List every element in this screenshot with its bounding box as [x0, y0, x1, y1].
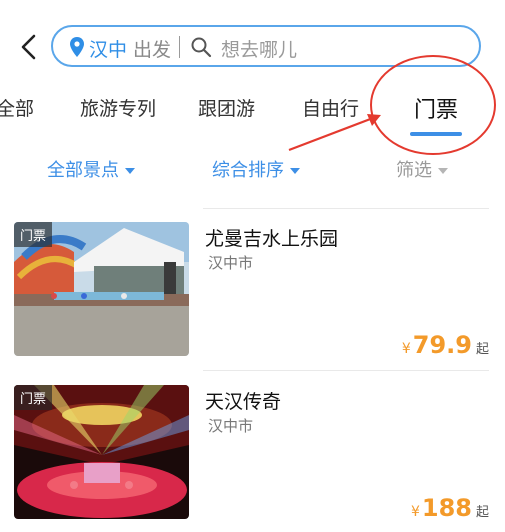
currency-symbol: ¥	[401, 341, 411, 357]
ticket-badge: 门票	[14, 222, 53, 247]
product-price: ¥79.9 起	[402, 331, 489, 359]
tab-group-tour[interactable]: 跟团游	[198, 94, 255, 121]
filter-sort[interactable]: 综合排序	[212, 156, 300, 182]
filter-screen[interactable]: 筛选	[396, 156, 448, 182]
caret-down-icon	[438, 168, 448, 174]
search-input[interactable]: 想去哪儿	[221, 35, 297, 62]
tab-tourist-train[interactable]: 旅游专列	[80, 94, 156, 121]
filter-all-spots[interactable]: 全部景点	[47, 156, 135, 182]
product-location: 汉中市	[208, 254, 254, 272]
caret-down-icon	[125, 168, 135, 174]
product-card-water-park[interactable]: 门票 尤曼吉水上乐园 汉中市 ¥79.9 起	[0, 222, 505, 367]
divider	[203, 208, 489, 209]
caret-down-icon	[290, 168, 300, 174]
product-title: 天汉传奇	[205, 391, 282, 413]
ticket-badge: 门票	[14, 385, 53, 410]
product-card-tianhan-legend[interactable]: 门票 天汉传奇 汉中市 ¥188 起	[0, 385, 505, 530]
location-pin-icon	[70, 37, 84, 57]
back-arrow-icon[interactable]	[18, 34, 40, 60]
search-icon	[191, 37, 212, 58]
divider	[203, 370, 489, 371]
filter-sort-label: 综合排序	[212, 160, 284, 181]
price-suffix: 起	[475, 342, 489, 357]
search-divider	[179, 36, 180, 58]
city-selector[interactable]: 汉中	[89, 35, 127, 62]
depart-label: 出发	[133, 39, 172, 61]
annotation-circle	[370, 55, 496, 155]
price-suffix: 起	[475, 505, 489, 520]
filter-bar: 全部景点 综合排序 筛选	[0, 150, 505, 190]
filter-all-spots-label: 全部景点	[47, 160, 119, 181]
tab-all[interactable]: 全部	[0, 94, 34, 121]
filter-screen-label: 筛选	[396, 160, 432, 181]
price-value: 79.9	[412, 331, 472, 359]
currency-symbol: ¥	[410, 504, 420, 520]
product-title: 尤曼吉水上乐园	[205, 228, 339, 250]
product-price: ¥188 起	[411, 494, 489, 522]
price-value: 188	[421, 494, 472, 522]
product-location: 汉中市	[208, 417, 254, 435]
